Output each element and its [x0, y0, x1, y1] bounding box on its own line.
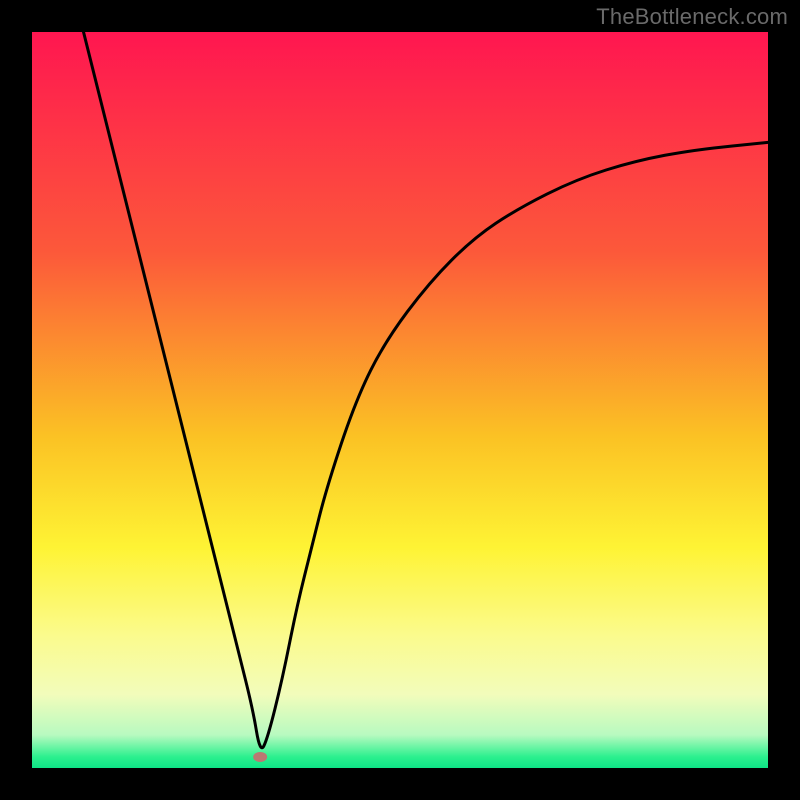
- watermark-text: TheBottleneck.com: [596, 4, 788, 30]
- marker-dot: [253, 752, 267, 762]
- chart-stage: TheBottleneck.com: [0, 0, 800, 800]
- chart-plot: [32, 32, 768, 768]
- plot-background: [32, 32, 768, 768]
